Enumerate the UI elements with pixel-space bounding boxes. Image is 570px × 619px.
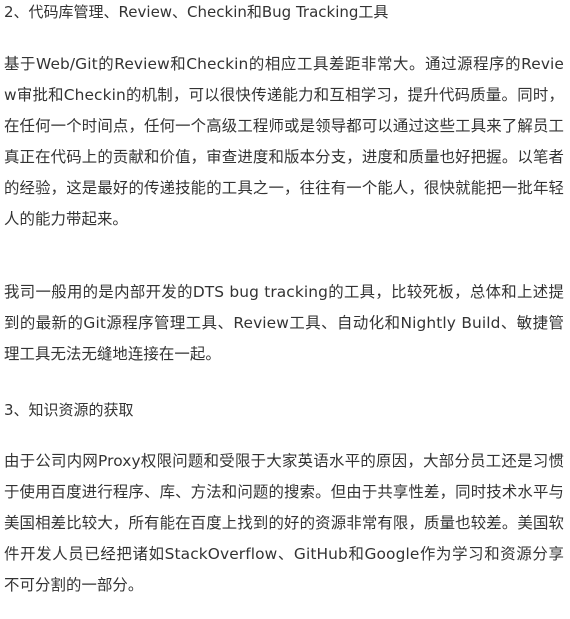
paragraph-review-checkin: 基于Web/Git的Review和Checkin的相应工具差距非常大。通过源程序… <box>4 55 564 228</box>
section-heading-knowledge-resources: 3、知识资源的获取 <box>4 401 134 419</box>
paragraph-dts-bug-tracking: 我司一般用的是内部开发的DTS bug tracking的工具，比较死板，总体和… <box>4 283 564 363</box>
article-body: 2、代码库管理、Review、Checkin和Bug Tracking工具 基于… <box>0 0 570 619</box>
paragraph-knowledge-resources: 由于公司内网Proxy权限问题和受限于大家英语水平的原因，大部分员工还是习惯于使… <box>4 452 564 594</box>
section-heading-code-management: 2、代码库管理、Review、Checkin和Bug Tracking工具 <box>4 3 389 21</box>
